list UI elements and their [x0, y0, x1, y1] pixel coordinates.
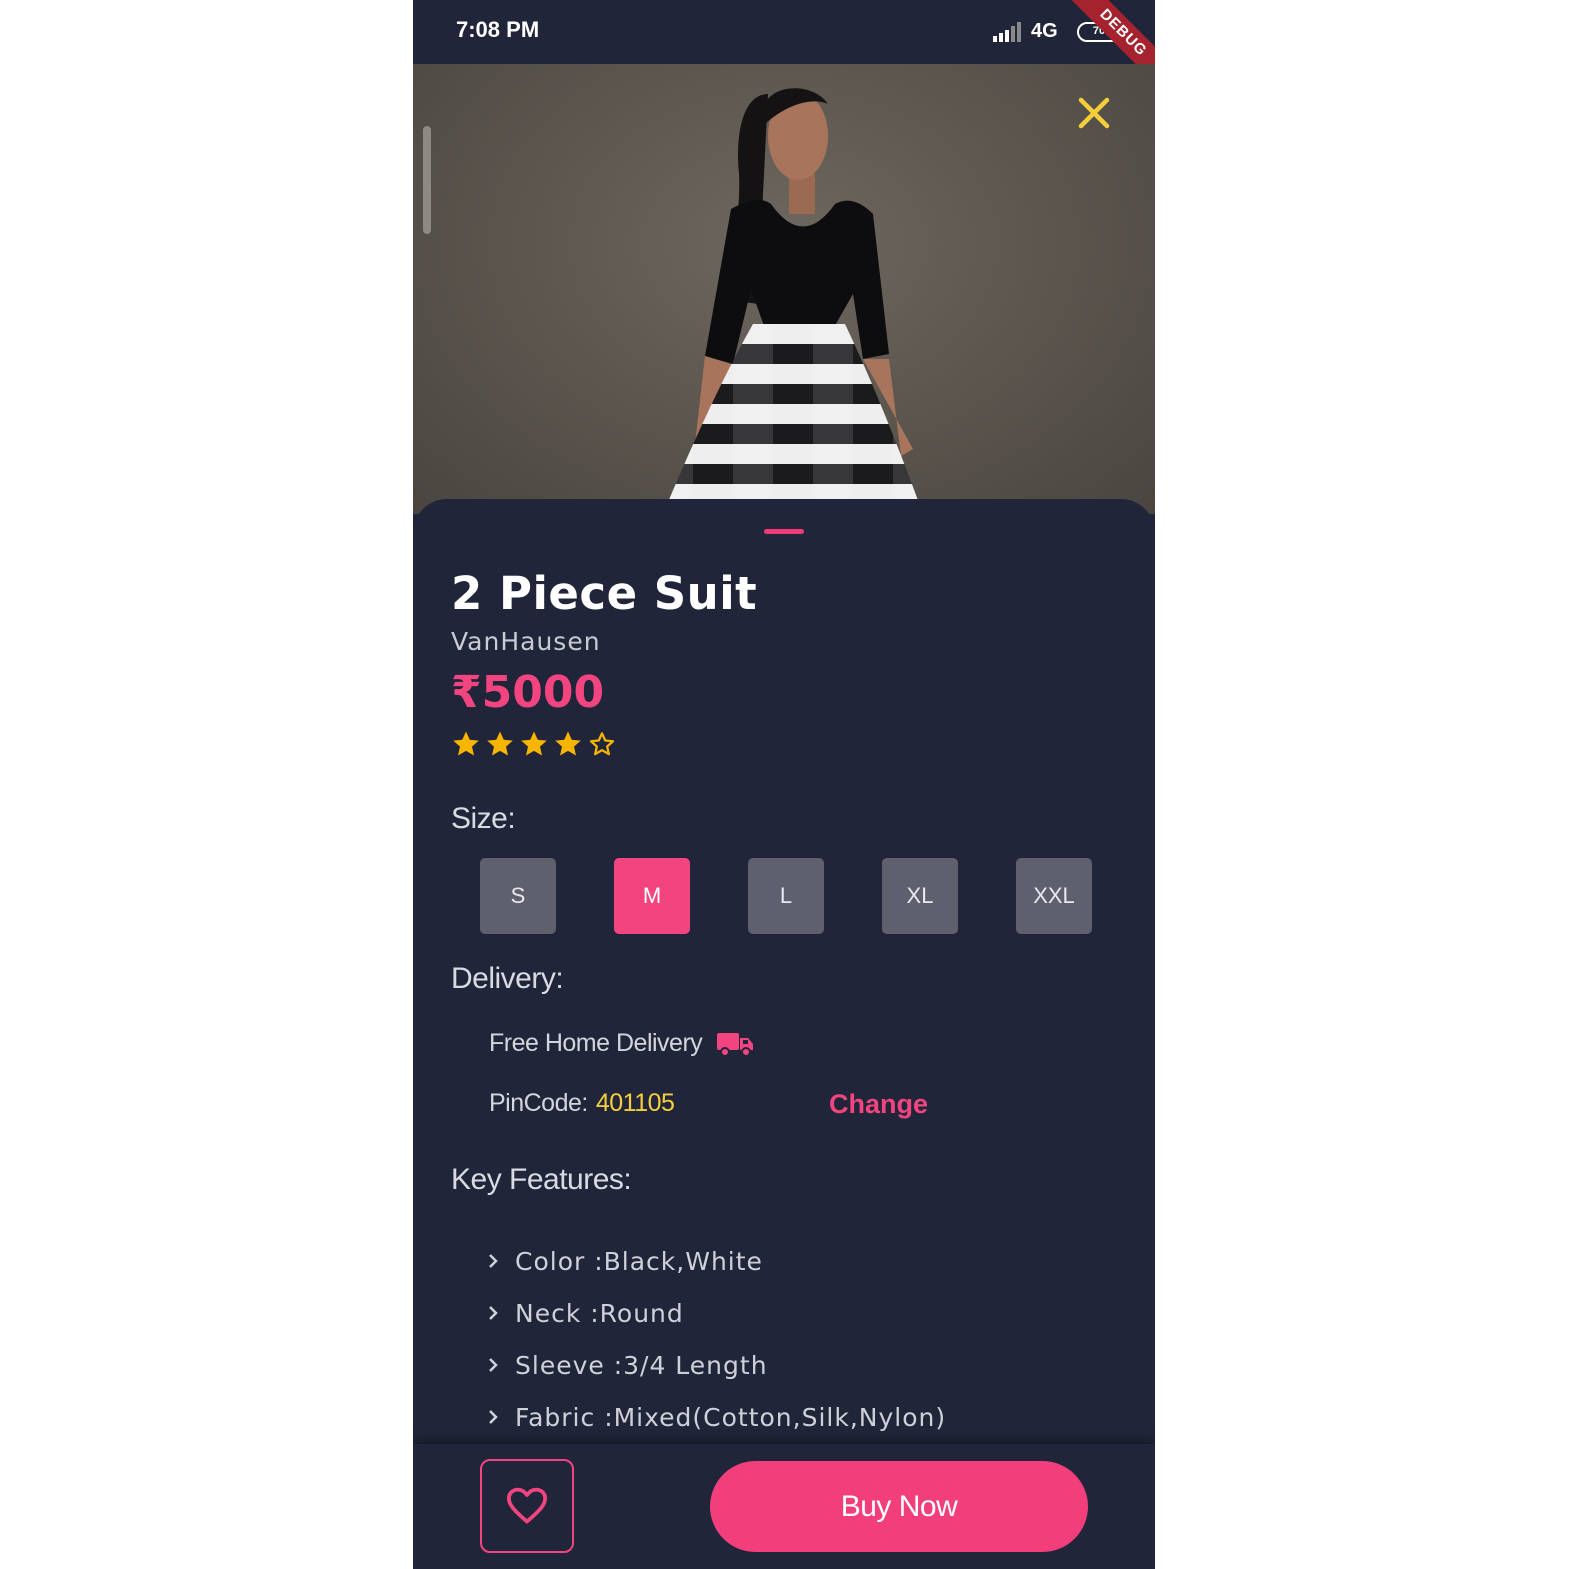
pincode-row: PinCode: 401105 [489, 1089, 675, 1118]
key-features-label: Key Features: [451, 1163, 632, 1196]
size-selector: S M L XL XXL [480, 858, 1092, 934]
feature-text: Sleeve :3/4 Length [515, 1350, 768, 1380]
signal-icon [993, 22, 1023, 46]
product-image [413, 64, 1155, 514]
chevron-right-icon [487, 1305, 505, 1321]
status-time: 7:08 PM [456, 17, 540, 42]
rating-stars [451, 729, 617, 759]
heart-icon [506, 1487, 548, 1524]
pincode-value: 401105 [595, 1089, 675, 1117]
scroll-indicator[interactable] [423, 126, 431, 234]
free-delivery-text: Free Home Delivery [489, 1029, 703, 1057]
feature-item: Color :Black,White [487, 1235, 946, 1287]
feature-text: Fabric :Mixed(Cotton,Silk,Nylon) [515, 1402, 947, 1432]
size-option-xl[interactable]: XL [882, 858, 958, 934]
feature-item: Sleeve :3/4 Length [487, 1339, 946, 1391]
product-price: ₹5000 [451, 667, 605, 718]
details-sheet: 2 Piece Suit VanHausen ₹5000 Size: S M L… [413, 499, 1155, 1569]
sheet-drag-handle[interactable] [764, 529, 804, 534]
star-filled-icon [487, 731, 513, 756]
feature-item: Neck :Round [487, 1287, 946, 1339]
wishlist-button[interactable] [480, 1459, 574, 1553]
size-label: Size: [451, 802, 516, 835]
pincode-label: PinCode: [489, 1089, 588, 1117]
bottom-action-bar: Buy Now [413, 1444, 1155, 1569]
feature-text: Neck :Round [515, 1298, 684, 1328]
feature-text: Color :Black,White [515, 1246, 763, 1276]
close-icon[interactable] [1073, 94, 1113, 134]
size-option-xxl[interactable]: XXL [1016, 858, 1092, 934]
delivery-label: Delivery: [451, 962, 564, 995]
key-features-list: Color :Black,White Neck :Round Sleeve :3… [487, 1235, 946, 1443]
size-option-s[interactable]: S [480, 858, 556, 934]
size-option-m[interactable]: M [614, 858, 690, 934]
free-delivery-row: Free Home Delivery [489, 1029, 754, 1058]
chevron-right-icon [487, 1253, 505, 1269]
network-type: 4G [1031, 20, 1058, 42]
star-filled-icon [453, 731, 479, 756]
model-photo [663, 88, 923, 514]
star-filled-icon [521, 731, 547, 756]
product-brand: VanHausen [451, 627, 601, 656]
change-pincode-link[interactable]: Change [829, 1089, 928, 1120]
chevron-right-icon [487, 1357, 505, 1373]
chevron-right-icon [487, 1409, 505, 1425]
feature-item: Fabric :Mixed(Cotton,Silk,Nylon) [487, 1391, 946, 1443]
product-title: 2 Piece Suit [451, 567, 758, 620]
truck-icon [716, 1030, 754, 1058]
status-bar: 7:08 PM 4G 70 DEBUG [413, 0, 1155, 106]
size-option-l[interactable]: L [748, 858, 824, 934]
star-outline-icon [589, 732, 615, 756]
star-filled-icon [555, 731, 581, 756]
phone-screen: 7:08 PM 4G 70 DEBUG 2 Piece Suit VanHaus… [413, 0, 1155, 1569]
buy-now-button[interactable]: Buy Now [710, 1461, 1088, 1552]
